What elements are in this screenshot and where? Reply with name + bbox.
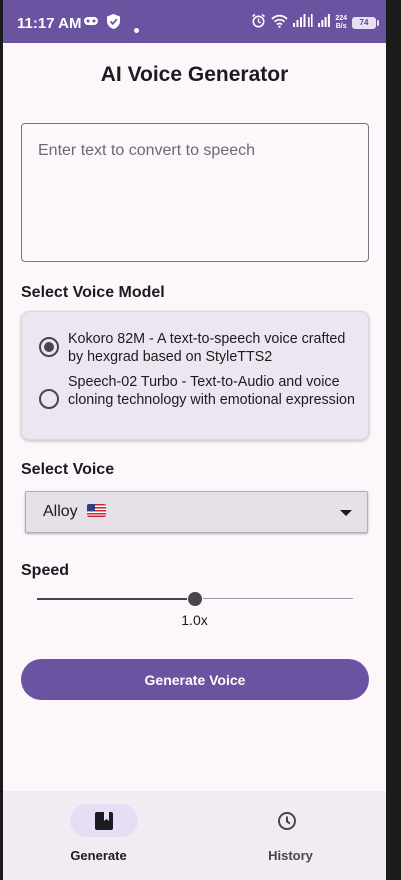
speed-value: 1.0x bbox=[181, 612, 208, 628]
nav-label-history: History bbox=[268, 848, 313, 863]
slider-thumb[interactable] bbox=[188, 592, 202, 606]
status-bar: 11:17 AM 224 B/s 74 bbox=[3, 0, 386, 43]
dropdown-arrow-icon[interactable] bbox=[340, 510, 352, 516]
speed-label: Speed bbox=[21, 562, 70, 579]
bookmark-box-icon bbox=[93, 810, 115, 832]
network-speed: 224 B/s bbox=[335, 15, 347, 31]
nav-item-history[interactable]: History bbox=[195, 791, 386, 880]
voice-label: Select Voice bbox=[21, 461, 115, 478]
nav-item-generate[interactable]: Generate bbox=[3, 791, 194, 880]
network-speed-value: 224 bbox=[335, 15, 347, 22]
clock-icon bbox=[276, 810, 298, 832]
network-speed-unit: B/s bbox=[335, 23, 347, 30]
speed-slider[interactable] bbox=[37, 591, 353, 607]
us-flag-icon bbox=[87, 504, 107, 517]
bottom-navigation: Generate History bbox=[3, 791, 386, 880]
status-time: 11:17 AM bbox=[17, 15, 82, 32]
wifi-icon bbox=[271, 14, 288, 33]
radio-button[interactable] bbox=[39, 389, 59, 409]
generate-voice-button[interactable]: Generate Voice bbox=[21, 659, 369, 700]
status-right: 224 B/s 74 bbox=[251, 13, 379, 33]
notification-dot-icon bbox=[134, 20, 139, 38]
alarm-icon bbox=[251, 13, 266, 33]
voice-dropdown[interactable]: Alloy bbox=[25, 491, 368, 533]
app-screen: 11:17 AM 224 B/s 74 AI Voice Generator E… bbox=[3, 0, 386, 880]
slider-track bbox=[203, 598, 353, 599]
game-controller-icon bbox=[83, 13, 99, 34]
voice-model-card: Kokoro 82M - A text-to-speech voice craf… bbox=[21, 311, 369, 440]
shield-check-icon bbox=[106, 13, 121, 35]
signal-bars-2-icon bbox=[318, 14, 331, 32]
text-input[interactable] bbox=[21, 123, 369, 262]
voice-model-option-label: Kokoro 82M - A text-to-speech voice craf… bbox=[68, 331, 346, 365]
signal-bars-icon bbox=[293, 14, 313, 32]
page-title: AI Voice Generator bbox=[100, 63, 289, 86]
slider-track-active bbox=[37, 598, 187, 600]
screen-edge bbox=[386, 0, 401, 880]
voice-dropdown-value: Alloy bbox=[43, 503, 107, 521]
battery-icon: 74 bbox=[352, 17, 379, 29]
voice-model-label: Select Voice Model bbox=[21, 284, 165, 301]
voice-model-option-label: Speech-02 Turbo - Text-to-Audio and voic… bbox=[68, 374, 355, 408]
radio-button-selected[interactable] bbox=[39, 337, 59, 357]
nav-label-generate: Generate bbox=[70, 848, 127, 863]
voice-selected-name: Alloy bbox=[43, 503, 78, 520]
